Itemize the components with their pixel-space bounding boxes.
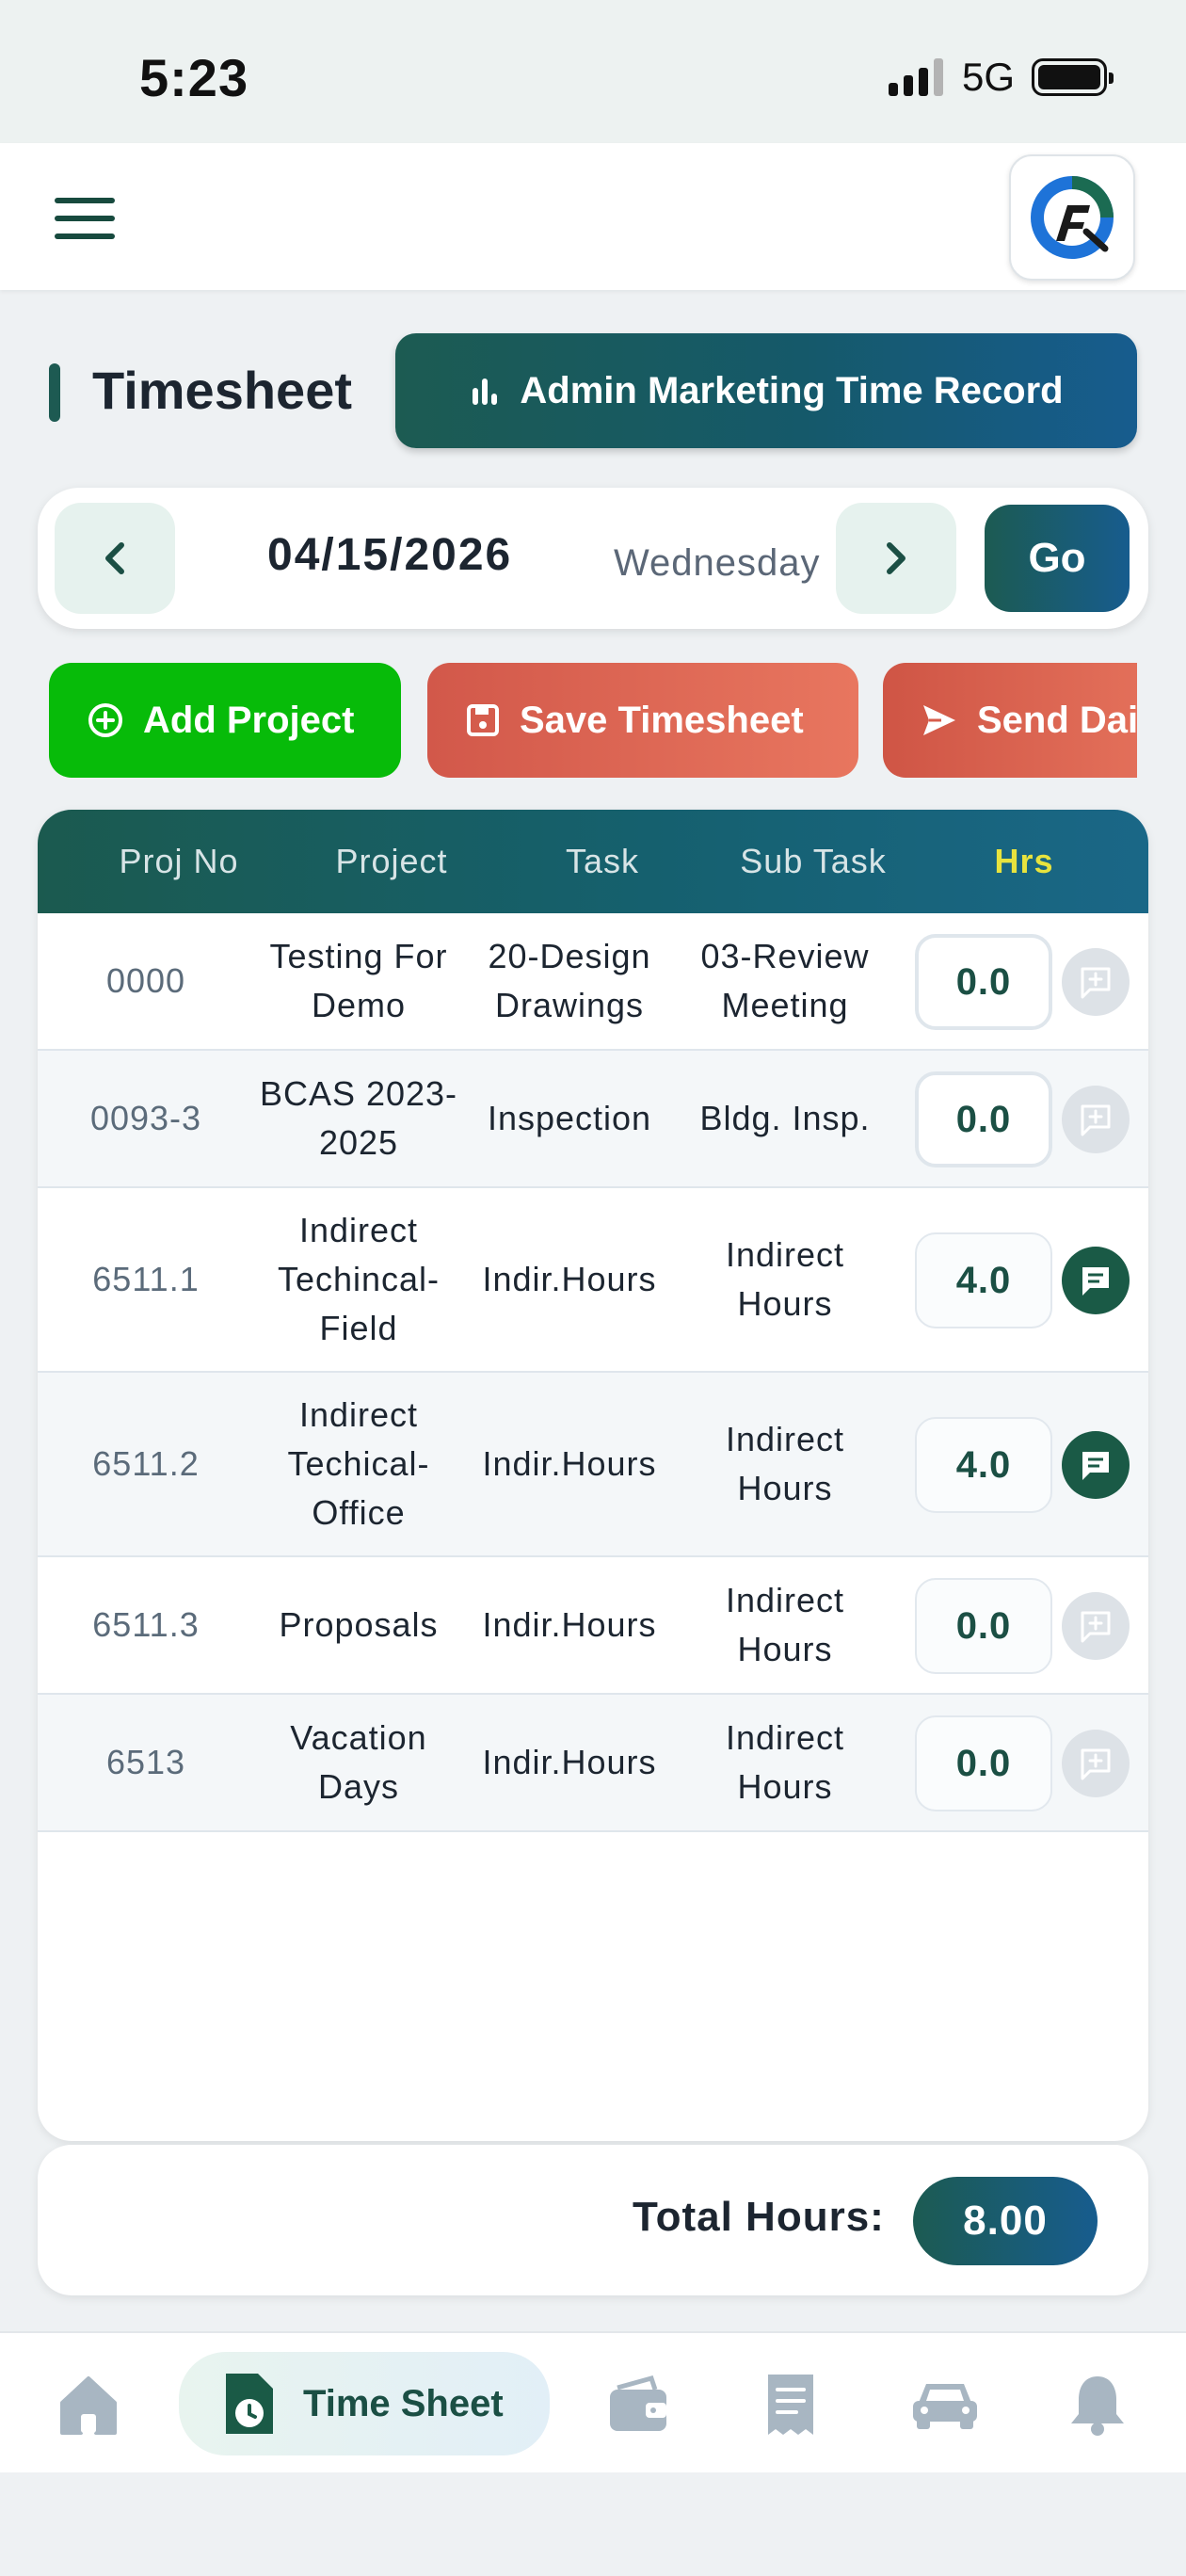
cell-task: Indir.Hours — [482, 1260, 657, 1298]
bell-icon — [1071, 2376, 1124, 2436]
wallet-icon — [610, 2375, 666, 2431]
date-navigator: 04/15/2026 Wednesday Go — [38, 488, 1148, 629]
send-daily-label: Send Daily — [977, 699, 1137, 741]
selected-weekday: Wednesday — [614, 542, 821, 584]
comment-icon[interactable] — [1062, 1247, 1130, 1314]
cell-project: Vacation Days — [290, 1718, 427, 1806]
chevron-right-icon — [887, 542, 906, 574]
cell-proj-no: 6511.2 — [92, 1444, 200, 1483]
cell-proj-no: 6511.3 — [92, 1605, 200, 1644]
total-hours-card: Total Hours: 8.00 — [38, 2145, 1148, 2295]
car-icon — [913, 2384, 977, 2429]
hours-input[interactable]: 0.0 — [915, 1715, 1052, 1811]
cell-project: Indirect Techical-Office — [287, 1395, 430, 1532]
status-time: 5:23 — [139, 48, 249, 107]
nav-receipts[interactable] — [753, 2367, 828, 2442]
cell-task: Indir.Hours — [482, 1605, 657, 1644]
add-comment-icon[interactable] — [1062, 1730, 1130, 1797]
save-icon — [467, 704, 499, 736]
add-comment-icon[interactable] — [1062, 1592, 1130, 1660]
chevron-left-icon — [105, 542, 124, 574]
table-row: 6511.2 Indirect Techical-Office Indir.Hour… — [38, 1373, 1148, 1557]
add-project-button[interactable]: Add Project — [49, 663, 401, 778]
nav-time-sheet[interactable]: Time Sheet — [179, 2352, 550, 2455]
app-header — [0, 143, 1186, 290]
cell-proj-no: 0000 — [105, 961, 186, 1000]
nav-notifications[interactable] — [1060, 2367, 1135, 2442]
cell-sub-task: Indirect Hours — [725, 1718, 845, 1806]
action-bar: Add Project Save Timesheet Send Daily — [49, 663, 1137, 778]
cell-task: Indir.Hours — [482, 1743, 657, 1781]
admin-marketing-label: Admin Marketing Time Record — [520, 369, 1064, 411]
cell-sub-task: Indirect Hours — [725, 1420, 845, 1507]
company-logo[interactable] — [1009, 154, 1135, 281]
previous-day-button[interactable] — [55, 503, 175, 614]
bar-chart-icon — [473, 378, 498, 405]
save-timesheet-label: Save Timesheet — [520, 699, 804, 741]
admin-marketing-button[interactable]: Admin Marketing Time Record — [395, 333, 1137, 448]
signal-icon — [888, 58, 943, 96]
table-row: 6511.1 Indirect Techincal-Field Indir.Hour… — [38, 1188, 1148, 1373]
go-button[interactable]: Go — [985, 505, 1130, 612]
cell-task: Inspection — [487, 1099, 652, 1137]
nav-home[interactable] — [51, 2367, 126, 2442]
nav-vehicles[interactable] — [907, 2367, 983, 2442]
status-bar: 5:23 5G — [0, 0, 1186, 143]
table-row: 0093-3 BCAS 2023-2025 Inspection Bldg. Insp… — [38, 1051, 1148, 1188]
total-hours-label: Total Hours: — [633, 2194, 885, 2240]
cell-proj-no: 6511.1 — [92, 1260, 200, 1298]
save-timesheet-button[interactable]: Save Timesheet — [427, 663, 858, 778]
column-header-sub-task: Sub Task — [740, 842, 887, 880]
hours-input[interactable]: 4.0 — [915, 1232, 1052, 1328]
table-row: 6513 Vacation Days Indir.Hours Indirect Hou… — [38, 1695, 1148, 1832]
column-header-task: Task — [565, 842, 640, 880]
network-type: 5G — [961, 55, 1015, 99]
add-project-label: Add Project — [143, 699, 355, 741]
hamburger-menu-icon[interactable] — [55, 198, 115, 239]
cell-sub-task: Bldg. Insp. — [699, 1099, 871, 1137]
table-row: 6511.3 Proposals Indir.Hours Indirect Hours… — [38, 1557, 1148, 1695]
column-header-hrs: Hrs — [994, 842, 1054, 880]
cell-sub-task: 03-Review Meeting — [700, 937, 870, 1024]
add-comment-icon[interactable] — [1062, 948, 1130, 1016]
timesheet-icon — [226, 2374, 273, 2434]
status-indicators: 5G — [888, 55, 1114, 100]
total-hours-value: 8.00 — [913, 2177, 1098, 2265]
timesheet-table: Proj No Project Task Sub Task Hrs 0000 Te… — [38, 810, 1148, 2141]
page-title: Timesheet — [92, 361, 352, 420]
hours-input[interactable]: 4.0 — [915, 1417, 1052, 1513]
cell-project: BCAS 2023-2025 — [259, 1074, 458, 1162]
plus-circle-icon — [88, 703, 122, 737]
battery-icon — [1032, 58, 1114, 96]
cell-proj-no: 6513 — [105, 1743, 186, 1781]
receipt-icon — [768, 2375, 813, 2435]
cell-sub-task: Indirect Hours — [725, 1581, 845, 1668]
cell-sub-task: Indirect Hours — [725, 1235, 845, 1323]
nav-wallet[interactable] — [601, 2367, 676, 2442]
hours-input[interactable]: 0.0 — [915, 934, 1052, 1030]
cell-task: 20-Design Drawings — [488, 937, 651, 1024]
cell-task: Indir.Hours — [482, 1444, 657, 1483]
home-icon — [60, 2376, 117, 2435]
column-header-proj-no: Proj No — [119, 842, 239, 880]
comment-icon[interactable] — [1062, 1431, 1130, 1499]
hours-input[interactable]: 0.0 — [915, 1578, 1052, 1674]
cell-project: Proposals — [279, 1605, 439, 1644]
send-icon — [923, 705, 955, 735]
next-day-button[interactable] — [836, 503, 956, 614]
table-row: 0000 Testing For Demo 20-Design Drawings 03… — [38, 913, 1148, 1051]
selected-date[interactable]: 04/15/2026 — [267, 529, 512, 581]
add-comment-icon[interactable] — [1062, 1086, 1130, 1153]
cell-project: Indirect Techincal-Field — [277, 1211, 441, 1347]
column-header-project: Project — [335, 842, 448, 880]
bottom-navigation: Time Sheet — [0, 2331, 1186, 2472]
title-accent-bar — [49, 363, 60, 422]
cell-proj-no: 0093-3 — [89, 1099, 202, 1137]
send-daily-button[interactable]: Send Daily — [883, 663, 1137, 778]
cell-project: Testing For Demo — [269, 937, 448, 1024]
table-header: Proj No Project Task Sub Task Hrs — [38, 810, 1148, 913]
hours-input[interactable]: 0.0 — [915, 1071, 1052, 1167]
nav-time-sheet-label: Time Sheet — [303, 2382, 504, 2424]
